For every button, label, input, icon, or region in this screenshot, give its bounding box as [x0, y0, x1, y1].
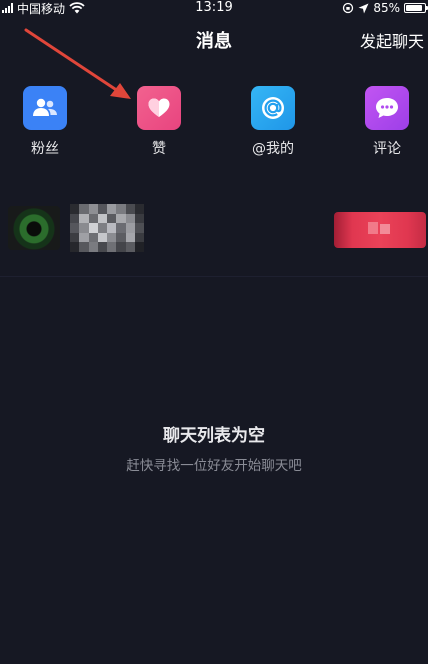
comment-icon	[365, 86, 409, 130]
battery-icon	[404, 3, 428, 13]
avatar[interactable]	[8, 206, 60, 250]
start-chat-button[interactable]: 发起聊天	[360, 30, 424, 54]
quick-action-label: 赞	[152, 141, 166, 157]
location-icon	[358, 3, 369, 13]
quick-action-label: @我的	[252, 141, 294, 157]
quick-action-mentions[interactable]: @我的	[238, 86, 308, 158]
status-right: 85%	[342, 0, 428, 16]
heart-icon	[137, 86, 181, 130]
quick-action-label: 粉丝	[31, 141, 59, 157]
quick-action-fans[interactable]: 粉丝	[10, 86, 80, 158]
blurred-badge	[334, 212, 426, 248]
quick-action-label: 评论	[373, 141, 401, 157]
empty-state-title: 聊天列表为空	[163, 426, 265, 446]
at-icon	[251, 86, 295, 130]
orientation-lock-icon	[343, 2, 354, 14]
blurred-contact[interactable]	[70, 204, 144, 252]
battery-percent: 85%	[373, 1, 400, 15]
empty-state-subtitle: 赶快寻找一位好友开始聊天吧	[126, 458, 302, 474]
quick-action-comments[interactable]: 评论	[352, 86, 422, 158]
status-bar: 中国移动 13:19 85%	[0, 0, 428, 16]
fans-icon	[23, 86, 67, 130]
quick-action-likes[interactable]: 赞	[124, 86, 194, 158]
